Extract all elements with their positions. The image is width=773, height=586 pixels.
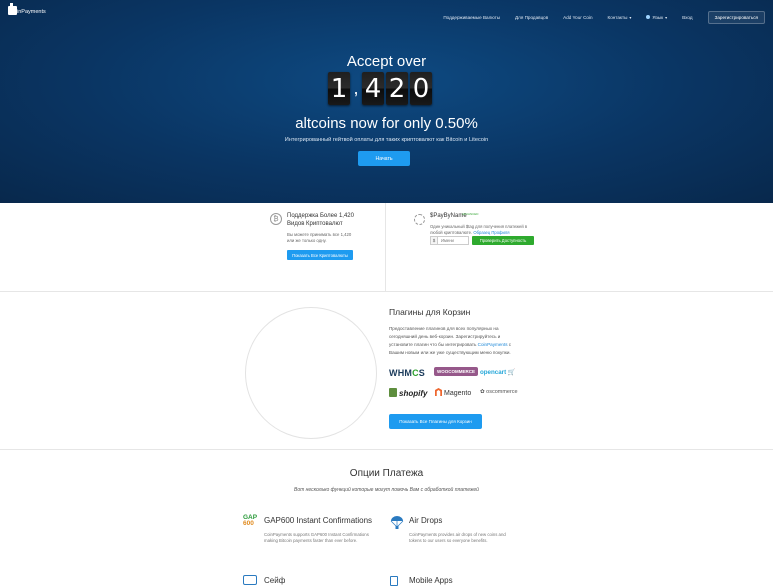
nav-contacts[interactable]: Контакты ▾	[608, 15, 632, 20]
features-section	[0, 203, 773, 292]
whmcs-logo-part: WHM	[389, 368, 413, 378]
brand-name[interactable]: CoinPayments	[10, 9, 46, 15]
plugins-illustration	[245, 307, 377, 439]
advanced-badge: ADVANCED	[462, 212, 479, 216]
divider	[385, 203, 386, 292]
top-navbar: CoinPayments Поддерживаемые Валюты Для П…	[0, 0, 773, 28]
payment-options-subtitle: Вот несколько функций которые могут помо…	[294, 487, 479, 493]
nav-merchants[interactable]: Для Продавцов	[515, 15, 548, 20]
mobile-apps-title: Mobile Apps	[409, 576, 453, 585]
safe-icon	[243, 575, 257, 585]
name-check-form: $ Проверить Доступность	[430, 236, 534, 245]
coinpayments-link[interactable]: CoinPayments	[478, 342, 508, 347]
bitcoin-coin-icon: ₿	[270, 213, 282, 225]
signup-button[interactable]: Зарегистрироваться	[707, 11, 765, 24]
hero-title-top: Accept over	[346, 53, 427, 70]
airdrops-title: Air Drops	[409, 516, 443, 525]
coins-feature-title: Поддержка Более 1,420 Видов Криптовалют	[287, 213, 354, 227]
counter-digit: 1	[328, 72, 350, 105]
name-input[interactable]	[438, 236, 469, 245]
counter-digit: 4	[362, 72, 384, 105]
woocommerce-logo[interactable]: WOOCOMMERCE	[434, 367, 478, 376]
gap600-title: GAP600 Instant Confirmations	[264, 516, 373, 525]
plugins-title: Плагины для Корзин	[389, 307, 471, 317]
shopify-logo-text: shopify	[399, 389, 428, 398]
sample-profile-link[interactable]: Образец Профиля	[473, 230, 509, 235]
nav-language-label: Язык	[652, 15, 664, 20]
chevron-down-icon: ▾	[629, 15, 632, 20]
nav-language[interactable]: Язык ▾	[646, 15, 667, 20]
start-button[interactable]: Начать	[358, 151, 410, 166]
airdrops-text: CoinPayments provides air drops of new c…	[409, 532, 506, 544]
cart-icon: 🛒	[507, 369, 516, 376]
coins-feature-text: Вы можете принимать все 1,420 или же тол…	[287, 232, 352, 243]
opencart-logo[interactable]: opencart 🛒	[480, 368, 516, 376]
whmcs-logo[interactable]: WHMCS	[389, 368, 425, 378]
coin-counter: 1 , 4 2 0	[328, 72, 432, 105]
oscommerce-logo[interactable]: ✿ oscommerce	[480, 389, 518, 395]
nav-add-coin[interactable]: Add Your Coin	[563, 15, 592, 20]
gap600-text: CoinPayments supports GAP600 Instant Con…	[264, 532, 369, 544]
magento-logo[interactable]: Magento	[435, 388, 471, 397]
nav-links: Поддерживаемые Валюты Для Продавцов Add …	[443, 11, 765, 24]
check-availability-button[interactable]: Проверить Доступность	[472, 236, 534, 245]
mobile-icon	[390, 576, 398, 586]
counter-digit: 0	[410, 72, 432, 105]
nav-supported-currencies[interactable]: Поддерживаемые Валюты	[443, 15, 500, 20]
opencart-logo-text: opencart	[480, 369, 507, 376]
magento-icon	[435, 388, 442, 396]
whmcs-logo-part: S	[418, 368, 425, 378]
shopify-bag-icon	[389, 388, 397, 397]
paybyname-text: Один уникальный $tag для получения плате…	[430, 224, 534, 235]
plugins-section	[0, 292, 773, 450]
oscommerce-logo-text: oscommerce	[486, 389, 518, 395]
whmcs-logo-part: C	[412, 368, 419, 378]
hero-title-bottom: altcoins now for only 0.50%	[295, 115, 478, 132]
hero-section: CoinPayments Поддерживаемые Валюты Для П…	[0, 0, 773, 203]
gap600-icon: GAP 600	[243, 514, 257, 527]
counter-digit: 2	[386, 72, 408, 105]
show-all-coins-button[interactable]: Показать Все Криптовалюты	[287, 250, 353, 260]
gear-icon	[414, 214, 425, 225]
nav-login[interactable]: Вход	[682, 15, 692, 20]
magento-logo-text: Magento	[444, 390, 472, 397]
currency-prefix: $	[430, 236, 438, 245]
show-all-plugins-button[interactable]: Показать Все Плагины для Корзин	[389, 414, 482, 429]
globe-icon	[646, 15, 651, 19]
plugins-text: Предоставление плагинов для всех популяр…	[389, 325, 525, 357]
counter-separator: ,	[353, 78, 359, 98]
hero-subtitle: Интегрированный гейтвой оплаты для таких…	[284, 137, 489, 143]
oscommerce-icon: ✿	[480, 389, 485, 395]
nav-contacts-label: Контакты	[607, 15, 628, 20]
gap600-icon-bottom: 600	[243, 520, 254, 527]
chevron-down-icon: ▾	[665, 15, 668, 20]
shopify-logo[interactable]: shopify	[389, 388, 427, 398]
payment-options-title: Опции Платежа	[349, 468, 424, 479]
vault-title: Сейф	[264, 576, 286, 585]
parachute-icon	[390, 516, 404, 529]
